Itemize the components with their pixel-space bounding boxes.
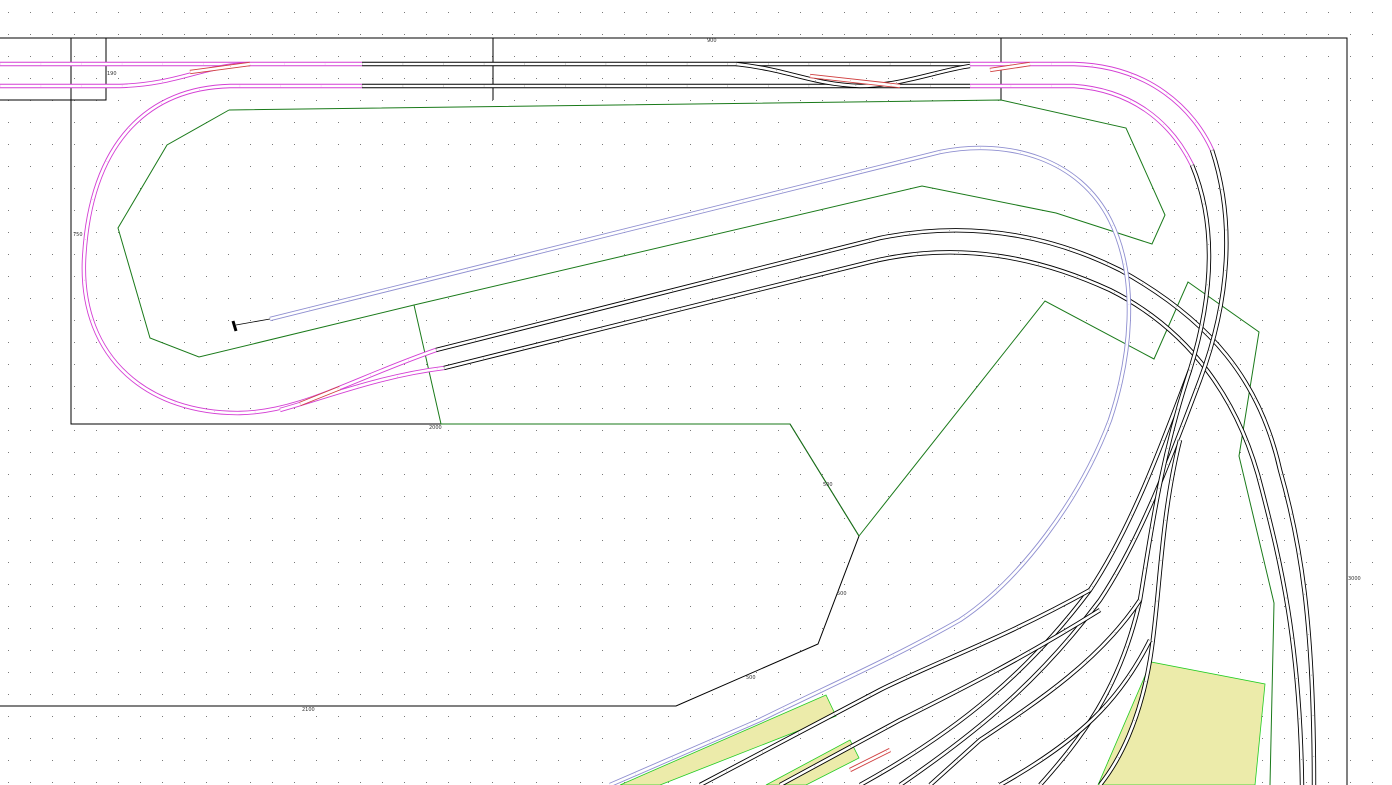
dim-diag-b: 500 — [837, 591, 847, 597]
corner-module — [0, 37, 107, 101]
dim-corner: 190 — [107, 71, 117, 77]
dim-diag-c: 500 — [746, 675, 756, 681]
yard-track-1 — [698, 588, 1092, 785]
helix-loop-outer — [81, 83, 437, 416]
turnout-frog-2 — [299, 385, 341, 407]
platform-2 — [765, 739, 860, 785]
dim-left-height: 750 — [73, 232, 83, 238]
dim-inner-bottom: 2000 — [429, 425, 442, 431]
dimension-labels: 900 750 2000 2100 3000 190 500 500 500 — [73, 38, 1361, 713]
dim-top-width: 900 — [707, 38, 717, 44]
buffer-stop-icon — [231, 318, 271, 332]
track-plan-canvas[interactable]: 900 750 2000 2100 3000 190 500 500 500 — [0, 0, 1392, 785]
platforms — [619, 661, 1266, 785]
dim-lower-bottom: 2100 — [302, 707, 315, 713]
right-curve-2 — [970, 83, 1194, 166]
platform-3 — [1097, 661, 1266, 785]
dim-right-height: 3000 — [1348, 576, 1361, 582]
dim-diag-a: 500 — [823, 482, 833, 488]
contour-inner-loop — [228, 99, 1166, 537]
